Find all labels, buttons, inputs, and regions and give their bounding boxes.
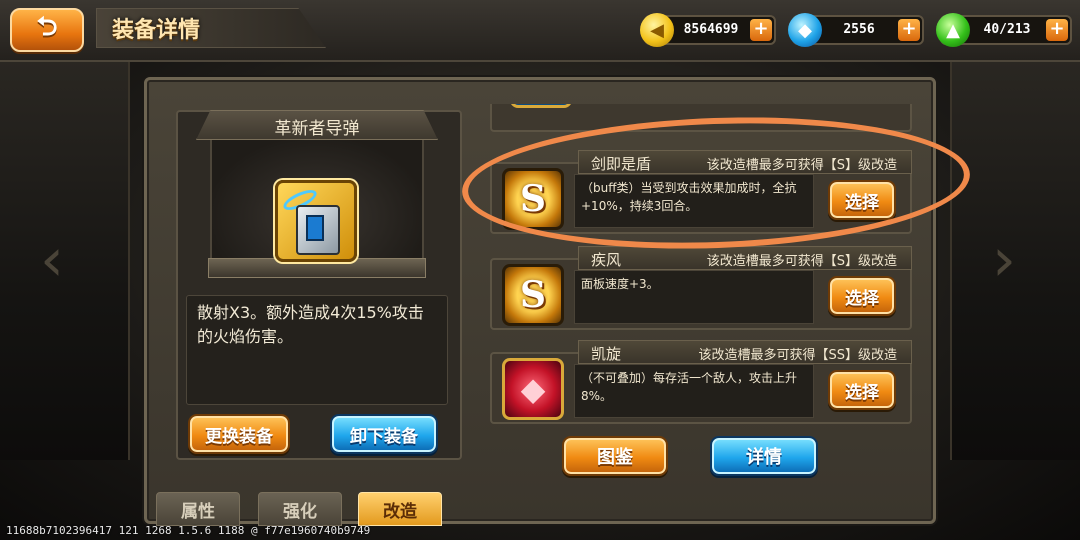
- mod-cap-text: 该改造槽最多可获得【S】级改造: [706, 254, 897, 269]
- codex-button[interactable]: 图鉴: [562, 436, 668, 476]
- mod-slot-header: 剑即是盾 该改造槽最多可获得【S】级改造: [578, 150, 912, 174]
- equipment-description: 散射X3。额外造成4次15%攻击的火焰伤害。: [197, 303, 424, 346]
- tab-enhance[interactable]: 强化: [258, 492, 342, 526]
- mod-name: 剑即是盾: [591, 155, 652, 173]
- tab-attributes[interactable]: 属性: [156, 492, 240, 526]
- mod-description: （buff类）当受到攻击效果加成时，全抗+10%，持续3回合。: [574, 174, 814, 228]
- gem-resource: ◆ 2556 +: [788, 13, 924, 47]
- gold-coin-icon: ◀: [640, 13, 674, 47]
- missile-box-icon: [296, 205, 340, 255]
- equipment-description-box: 散射X3。额外造成4次15%攻击的火焰伤害。: [186, 295, 448, 405]
- back-arrow-icon: ⮌: [36, 12, 58, 42]
- chevron-left-icon: ‹: [40, 225, 64, 295]
- add-energy-button[interactable]: +: [1046, 19, 1068, 41]
- mod-slot-list[interactable]: 剑即是盾 该改造槽最多可获得【S】级改造 S （buff类）当受到攻击效果加成时…: [482, 104, 920, 428]
- add-gem-button[interactable]: +: [898, 19, 920, 41]
- blue-gem-icon: ◆: [788, 13, 822, 47]
- unequip-button[interactable]: 卸下装备: [330, 414, 438, 454]
- mod-name: 凯旋: [591, 345, 622, 363]
- s-rank-mod-icon: S: [502, 264, 564, 326]
- mod-description: （不可叠加）每存活一个敌人，攻击上升8%。: [574, 364, 814, 418]
- red-gem-mod-icon: ◆: [502, 358, 564, 420]
- equipment-name: 革新者导弹: [274, 119, 360, 139]
- mod-cap-text: 该改造槽最多可获得【SS】级改造: [698, 348, 897, 363]
- s-rank-mod-icon: S: [502, 168, 564, 230]
- mod-slot-partial: [490, 104, 914, 134]
- mod-cap-text: 该改造槽最多可获得【S】级改造: [706, 158, 897, 173]
- blue-mod-icon: [510, 104, 572, 108]
- mod-description: 面板速度+3。: [574, 270, 814, 324]
- left-wall-decoration: ‹: [0, 60, 130, 460]
- chevron-right-icon: ›: [992, 225, 1016, 295]
- mod-slot: 疾风 该改造槽最多可获得【S】级改造 S 面板速度+3。 选择: [490, 246, 914, 332]
- energy-value: 40/213: [983, 22, 1031, 37]
- tab-modify[interactable]: 改造: [358, 492, 442, 526]
- mod-slot-header: 凯旋 该改造槽最多可获得【SS】级改造: [578, 340, 912, 364]
- change-equipment-button[interactable]: 更换装备: [188, 414, 290, 454]
- energy-resource: ▲ 40/213 +: [936, 13, 1072, 47]
- add-gold-button[interactable]: +: [750, 19, 772, 41]
- energy-icon: ▲: [936, 13, 970, 47]
- back-button[interactable]: ⮌: [10, 8, 84, 52]
- gold-resource: ◀ 8564699 +: [640, 13, 776, 47]
- mod-slot-header: 疾风 该改造槽最多可获得【S】级改造: [578, 246, 912, 270]
- mod-slot: 剑即是盾 该改造槽最多可获得【S】级改造 S （buff类）当受到攻击效果加成时…: [490, 150, 914, 236]
- gem-value: 2556: [843, 22, 875, 37]
- select-mod-button[interactable]: 选择: [828, 276, 896, 316]
- details-button[interactable]: 详情: [710, 436, 818, 476]
- mod-slot: 凯旋 该改造槽最多可获得【SS】级改造 ◆ （不可叠加）每存活一个敌人，攻击上升…: [490, 340, 914, 426]
- gold-value: 8564699: [683, 22, 739, 37]
- watermark-text: 11688b7102396417 121 1268 1.5.6 1188 @ f…: [6, 524, 371, 537]
- page-title: 装备详情: [112, 18, 201, 43]
- mod-slot-body: [490, 104, 912, 132]
- select-mod-button[interactable]: 选择: [828, 370, 896, 410]
- right-wall-decoration: ›: [950, 60, 1080, 460]
- select-mod-button[interactable]: 选择: [828, 180, 896, 220]
- mod-name: 疾风: [591, 251, 622, 269]
- missile-item-icon: [275, 180, 357, 262]
